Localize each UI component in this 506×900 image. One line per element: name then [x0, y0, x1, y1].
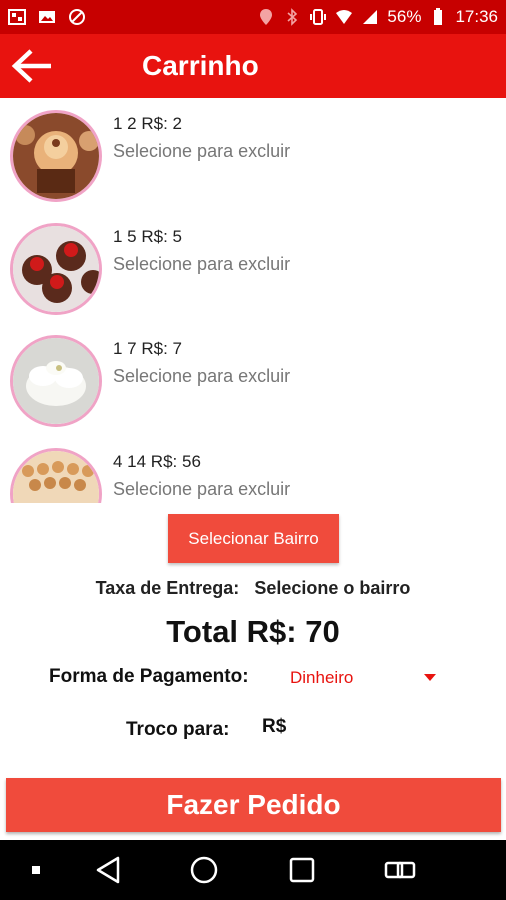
cart-item[interactable]: 4 14 R$: 56 Selecione para excluir — [0, 436, 506, 503]
delivery-fee-value: Selecione o bairro — [254, 578, 411, 598]
status-bar: 56% 17:36 — [0, 0, 506, 34]
switch-app-icon[interactable] — [380, 850, 420, 890]
item-hint: Selecione para excluir — [113, 366, 291, 386]
app-bar: Carrinho — [0, 34, 506, 98]
signal-icon — [361, 8, 379, 26]
product-image — [10, 335, 102, 427]
status-left-icons — [8, 8, 86, 26]
cart-item[interactable]: 1 2 R$: 2 Selecione para excluir — [0, 98, 506, 211]
battery-percent: 56% — [387, 7, 422, 26]
cart-list[interactable]: 1 2 R$: 2 Selecione para excluir 1 5 R$:… — [0, 98, 506, 503]
arrow-left-icon — [11, 49, 51, 83]
wifi-icon — [335, 8, 353, 26]
vibrate-icon — [309, 8, 327, 26]
payment-method-value: Dinheiro — [290, 668, 354, 687]
order-total: Total R$: 70 — [166, 614, 340, 649]
clock: 17:36 — [455, 7, 498, 26]
product-image — [10, 222, 102, 315]
photo-icon — [8, 8, 26, 26]
item-hint: Selecione para excluir — [113, 141, 291, 161]
page-title: Carrinho — [142, 50, 259, 81]
item-hint: Selecione para excluir — [113, 478, 291, 499]
delivery-fee-row: Taxa de Entrega: Selecione o bairro — [0, 578, 506, 599]
place-order-button[interactable]: Fazer Pedido — [6, 778, 501, 832]
bluetooth-icon — [283, 8, 301, 26]
location-icon — [257, 8, 275, 26]
item-details: 1 5 R$: 5 — [113, 226, 182, 246]
battery-icon — [429, 8, 447, 26]
image-icon — [38, 8, 56, 26]
product-image — [10, 447, 102, 503]
cart-item[interactable]: 1 7 R$: 7 Selecione para excluir — [0, 323, 506, 436]
payment-method-select[interactable]: Dinheiro — [290, 666, 436, 690]
item-details: 4 14 R$: 56 — [113, 451, 201, 471]
system-nav-bar — [0, 840, 506, 900]
delivery-fee-label: Taxa de Entrega: — [95, 578, 240, 598]
recents-square-icon[interactable] — [282, 850, 322, 890]
product-image — [10, 110, 102, 202]
payment-method-label: Forma de Pagamento: — [49, 666, 249, 687]
blocked-icon — [68, 8, 86, 26]
status-right-icons: 56% 17:36 — [257, 7, 498, 27]
item-details: 1 7 R$: 7 — [113, 339, 182, 358]
change-label: Troco para: — [126, 719, 230, 740]
item-details: 1 2 R$: 2 — [113, 114, 182, 133]
dropdown-caret-icon — [424, 674, 436, 681]
change-input[interactable]: R$ — [262, 716, 382, 744]
back-button[interactable] — [0, 34, 64, 98]
back-triangle-icon[interactable] — [88, 850, 128, 890]
dot-icon[interactable] — [16, 850, 56, 890]
home-circle-icon[interactable] — [184, 850, 224, 890]
item-hint: Selecione para excluir — [113, 253, 291, 274]
select-bairro-button[interactable]: Selecionar Bairro — [168, 514, 339, 563]
cart-item[interactable]: 1 5 R$: 5 Selecione para excluir — [0, 211, 506, 324]
